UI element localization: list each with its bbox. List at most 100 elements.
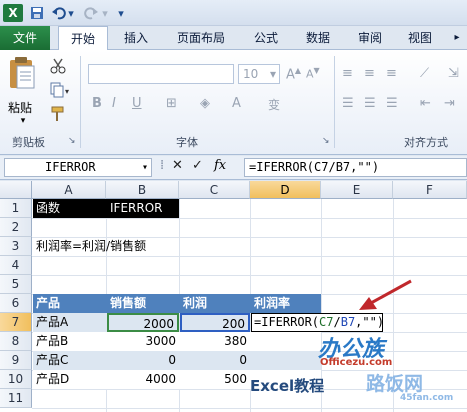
tab-view[interactable]: 视图 — [398, 26, 442, 50]
row-header[interactable]: 3 — [0, 237, 32, 256]
tab-file[interactable]: 文件 — [0, 26, 50, 50]
cell-a7[interactable]: 产品A — [33, 313, 106, 332]
column-header-c[interactable]: C — [179, 181, 250, 199]
tab-home[interactable]: 开始 — [58, 26, 108, 51]
cell-a6[interactable]: 产品 — [33, 294, 106, 313]
enter-icon[interactable]: ✓ — [192, 158, 203, 173]
clipboard-group-label: 剪贴板 — [12, 136, 45, 149]
tab-data[interactable]: 数据 — [296, 26, 340, 50]
cell-c8[interactable]: 380 — [180, 332, 250, 351]
select-all-corner[interactable] — [0, 181, 32, 199]
row-header[interactable]: 6 — [0, 294, 32, 313]
formula-text-end: ,"") — [355, 315, 383, 329]
formula-bar: IFERROR ▾ ⁞ ✕ ✓ fx =IFERROR(C7/B7,"") — [0, 156, 467, 180]
annotation-arrow-icon — [359, 279, 412, 310]
column-header-f[interactable]: F — [393, 181, 467, 199]
svg-text:▾: ▾ — [65, 87, 69, 96]
cell-c6[interactable]: 利润 — [180, 294, 250, 313]
cell-b7[interactable]: 2000 — [107, 313, 179, 332]
column-header-a[interactable]: A — [32, 181, 106, 199]
tab-more-icon[interactable]: ▸ — [448, 26, 466, 50]
name-box-dropdown-icon[interactable]: ▾ — [142, 159, 148, 176]
cell-b1[interactable]: IFERROR — [107, 199, 179, 218]
excel-app-icon[interactable]: X — [3, 4, 23, 22]
column-header-e[interactable]: E — [321, 181, 393, 199]
cell-b9[interactable]: 0 — [107, 351, 179, 370]
decrease-indent-icon[interactable]: ⇤ — [420, 96, 431, 111]
cell-a1[interactable]: 函数 — [33, 199, 106, 218]
row-header[interactable]: 5 — [0, 275, 32, 294]
gridline — [32, 218, 467, 219]
paste-button[interactable]: 粘贴 ▾ — [8, 56, 38, 126]
copy-icon[interactable]: ▾ — [50, 82, 72, 98]
increase-indent-icon[interactable]: ⇥ — [444, 96, 455, 111]
orientation-icon[interactable]: ⟋ — [420, 66, 429, 81]
shrink-font-icon[interactable]: A▼ — [306, 66, 320, 81]
cut-icon[interactable] — [50, 58, 66, 74]
row-header[interactable]: 9 — [0, 351, 32, 370]
quick-access-toolbar: X ▾ ▾ ▾ — [0, 0, 467, 26]
tab-insert[interactable]: 插入 — [114, 26, 158, 50]
watermark-excel-tutorial: Excel教程 — [250, 377, 325, 395]
font-launcher-icon[interactable]: ↘ — [322, 136, 330, 146]
worksheet-grid: A B C D E F 1 2 3 4 5 6 7 8 9 10 11 函数 I… — [0, 181, 467, 412]
row-header[interactable]: 4 — [0, 256, 32, 275]
align-bottom-icon[interactable]: ≡ — [386, 66, 397, 81]
row-header[interactable]: 11 — [0, 389, 32, 408]
paste-dropdown-icon[interactable]: ▾ — [8, 116, 38, 126]
cell-b10[interactable]: 4000 — [107, 370, 179, 389]
row-header[interactable]: 10 — [0, 370, 32, 389]
column-header-d[interactable]: D — [250, 181, 321, 199]
row-header[interactable]: 7 — [0, 313, 32, 332]
formula-text: =IFERROR( — [254, 315, 320, 329]
formula-input[interactable]: =IFERROR(C7/B7,"") — [244, 158, 467, 177]
grow-font-icon[interactable]: A▲ — [286, 66, 301, 82]
gridline — [32, 408, 467, 409]
align-top-icon[interactable]: ≡ — [342, 66, 353, 81]
row-header[interactable]: 8 — [0, 332, 32, 351]
align-right-icon[interactable]: ☰ — [386, 96, 398, 111]
cell-d6[interactable]: 利润率 — [251, 294, 321, 313]
column-header-b[interactable]: B — [106, 181, 179, 199]
undo-dropdown-icon[interactable]: ▾ — [66, 4, 76, 22]
tab-page-layout[interactable]: 页面布局 — [166, 26, 236, 50]
underline-icon[interactable]: U — [132, 96, 142, 111]
tab-review[interactable]: 审阅 — [348, 26, 392, 50]
cell-a3[interactable]: 利润率=利润/销售额 — [33, 237, 213, 256]
bold-icon[interactable]: B — [92, 96, 102, 111]
watermark-45fan: 路饭网 — [366, 373, 424, 395]
cell-b8[interactable]: 3000 — [107, 332, 179, 351]
alignment-group-label: 对齐方式 — [404, 136, 448, 149]
font-color-icon[interactable]: A — [232, 96, 241, 111]
borders-icon[interactable]: ⊞ — [166, 96, 177, 111]
cell-a8[interactable]: 产品B — [33, 332, 106, 351]
align-center-icon[interactable]: ☰ — [364, 96, 376, 111]
tab-formulas[interactable]: 公式 — [244, 26, 288, 50]
font-size-combo[interactable]: 10 ▾ — [238, 64, 280, 84]
redo-icon[interactable] — [82, 4, 100, 22]
cell-c9[interactable]: 0 — [180, 351, 250, 370]
row-header[interactable]: 1 — [0, 199, 32, 218]
cell-c10[interactable]: 500 — [180, 370, 250, 389]
phonetic-icon[interactable]: 变 — [268, 96, 280, 113]
customize-toolbar-icon[interactable]: ▾ — [116, 4, 126, 22]
save-icon[interactable] — [28, 4, 46, 22]
cell-a9[interactable]: 产品C — [33, 351, 106, 370]
clipboard-launcher-icon[interactable]: ↘ — [68, 136, 76, 146]
format-painter-icon[interactable] — [50, 106, 66, 122]
cell-b6[interactable]: 销售额 — [107, 294, 179, 313]
italic-icon[interactable]: I — [112, 96, 116, 111]
cancel-icon[interactable]: ✕ — [172, 158, 183, 173]
font-name-combo[interactable] — [88, 64, 234, 84]
fill-color-icon[interactable]: ◈ — [200, 96, 210, 111]
align-left-icon[interactable]: ☰ — [342, 96, 354, 111]
redo-dropdown-icon[interactable]: ▾ — [100, 4, 110, 22]
wrap-text-icon[interactable]: ⇲ — [448, 66, 459, 81]
cell-a10[interactable]: 产品D — [33, 370, 106, 389]
row-header[interactable]: 2 — [0, 218, 32, 237]
grip-icon: ⁞ — [160, 158, 165, 173]
name-box[interactable]: IFERROR ▾ — [4, 158, 152, 177]
align-middle-icon[interactable]: ≡ — [364, 66, 375, 81]
insert-function-icon[interactable]: fx — [214, 158, 226, 173]
cell-c7[interactable]: 200 — [180, 313, 250, 332]
